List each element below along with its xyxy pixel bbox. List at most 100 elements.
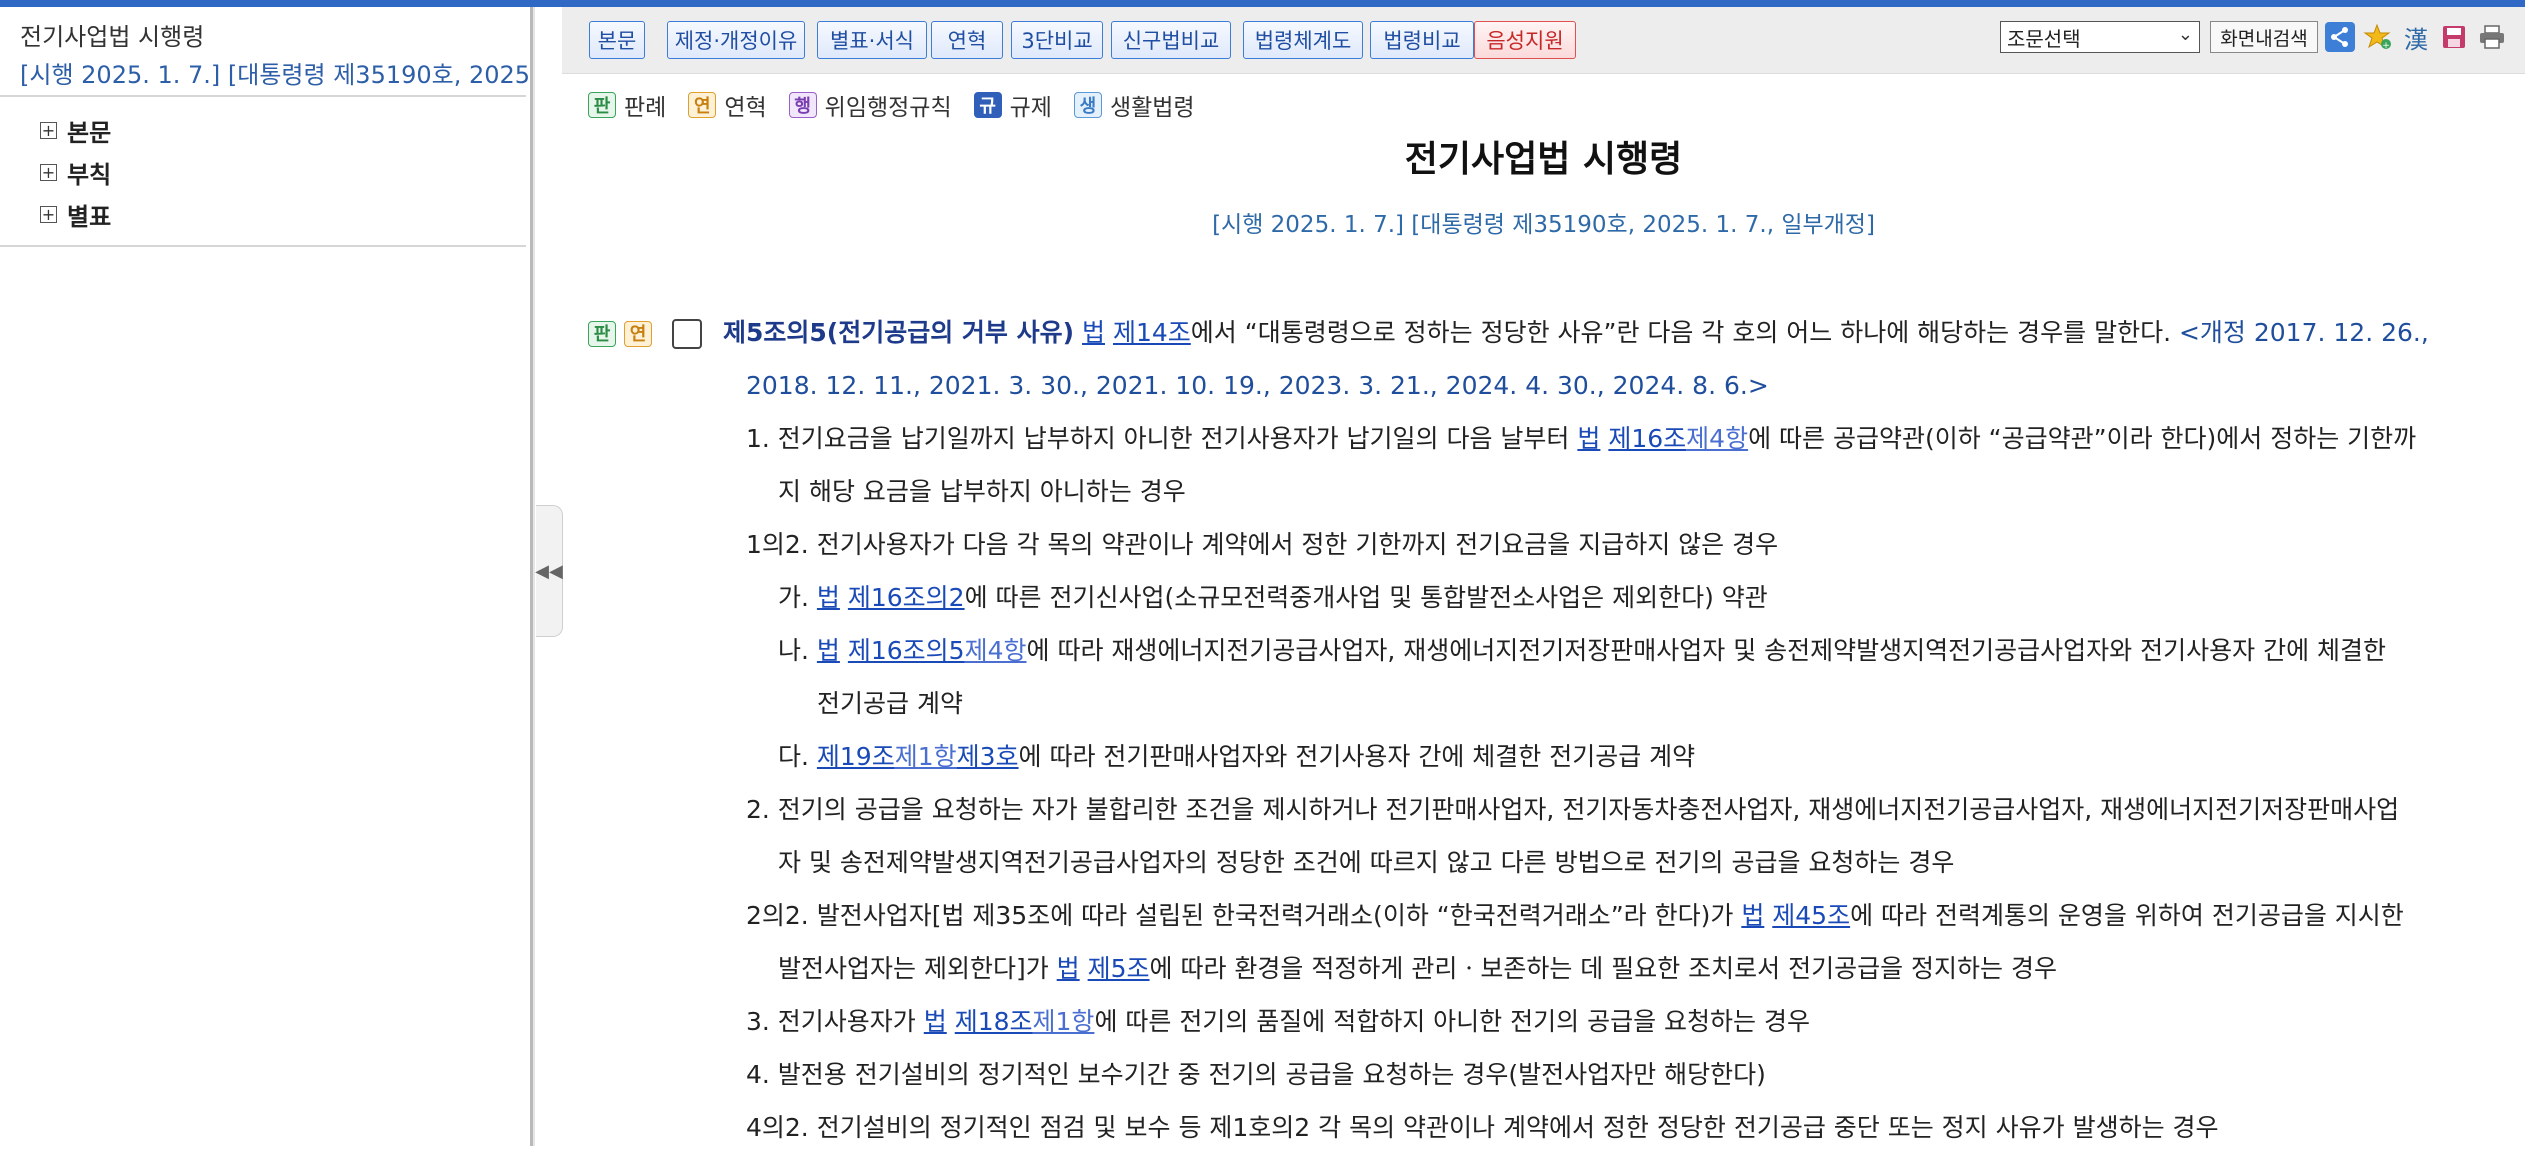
share-icon[interactable]	[2324, 21, 2356, 53]
law-link[interactable]: 법	[1082, 318, 1105, 347]
collapse-panel-button[interactable]: ◀◀	[535, 505, 563, 637]
legend-regulation: 규 규제	[973, 88, 1052, 122]
voice-support-button[interactable]: 음성지원	[1474, 21, 1576, 59]
legend-label: 연혁	[724, 95, 767, 121]
save-icon[interactable]	[2438, 21, 2470, 53]
precedent-badge: 판	[588, 92, 616, 118]
article-ref-link[interactable]: 제45조	[1772, 901, 1850, 930]
page-subtitle: [시행 2025. 1. 7.] [대통령령 제35190호, 2025. 1.…	[1212, 212, 1875, 238]
life-law-badge: 생	[1073, 92, 1102, 118]
article-ref-link[interactable]: 제19조	[817, 742, 895, 771]
old-new-compare-button[interactable]: 신구법비교	[1111, 21, 1231, 59]
list-item: 1의2. 전기사용자가 다음 각 목의 약관이나 계약에서 정한 기한까지 전기…	[746, 530, 1779, 559]
law-link[interactable]: 법	[1577, 424, 1600, 453]
item-text: 에 따른 전기의 품질에 적합하지 아니한 전기의 공급을 요청하는 경우	[1094, 1007, 1810, 1036]
paragraph-ref-link[interactable]: 제1항	[895, 742, 957, 771]
list-item: 4. 발전용 전기설비의 정기적인 보수기간 중 전기의 공급을 요청하는 경우…	[746, 1060, 1766, 1089]
law-link[interactable]: 법	[1057, 954, 1080, 983]
law-link[interactable]: 법	[817, 583, 840, 612]
appendix-forms-button[interactable]: 별표·서식	[817, 21, 927, 59]
paragraph-ref-link[interactable]: 제4항	[965, 636, 1027, 665]
legend: 판 판례 연 연혁 행 위임행정규칙 규 규제 생 생활법령	[588, 88, 1217, 122]
list-item: 4의2. 전기설비의 정기적인 점검 및 보수 등 제1호의2 각 목의 약관이…	[746, 1113, 2219, 1142]
amendment-dates-cont: 2018. 12. 11., 2021. 3. 30., 2021. 10. 1…	[746, 371, 1769, 400]
law-link[interactable]: 법	[1741, 901, 1764, 930]
tree-item-label: 본문	[67, 119, 112, 147]
expand-icon[interactable]: +	[40, 206, 57, 223]
article-select-value: 조문선택	[2007, 26, 2081, 51]
history-badge: 연	[688, 92, 717, 118]
legend-label: 생활법령	[1109, 95, 1195, 121]
toolbar: 본문 제정·개정이유 별표·서식 연혁 3단비교 신구법비교 법령체계도 법령비…	[562, 7, 2525, 74]
article-ref-link[interactable]: 제16조의5	[848, 636, 965, 665]
article-select[interactable]: 조문선택 ⌄	[2000, 21, 2200, 53]
item-text: 1. 전기요금을 납기일까지 납부하지 아니한 전기사용자가 납기일의 다음 날…	[746, 424, 1578, 453]
hanja-icon[interactable]: 漢	[2400, 21, 2432, 54]
law-link[interactable]: 법	[817, 636, 840, 665]
list-item-cont: 자 및 송전제약발생지역전기공급사업자의 정당한 조건에 따르지 않고 다른 방…	[778, 848, 1955, 877]
item-text: 나.	[778, 636, 817, 665]
history-badge[interactable]: 연	[624, 321, 652, 347]
list-item: 1. 전기요금을 납기일까지 납부하지 아니한 전기사용자가 납기일의 다음 날…	[746, 412, 2416, 465]
item-text: 에 따른 전기신사업(소규모전력중개사업 및 통합발전소사업은 제외한다) 약관	[964, 583, 1768, 612]
svg-text:+: +	[2382, 41, 2390, 51]
item-text: 다.	[778, 742, 817, 771]
sub-item: 가. 법 제16조의2에 따른 전기신사업(소규모전력중개사업 및 통합발전소사…	[778, 571, 1768, 624]
paragraph-ref-link[interactable]: 제1항	[1033, 1007, 1095, 1036]
chevron-down-icon: ⌄	[2177, 24, 2193, 45]
list-item: 3. 전기사용자가 법 제18조제1항에 따른 전기의 품질에 적합하지 아니한…	[746, 995, 1810, 1048]
article-checkbox[interactable]	[672, 319, 702, 349]
article-title: 제5조의5(전기공급의 거부 사유)	[723, 318, 1075, 347]
item-text: 에 따른 공급약관(이하 “공급약관”이라 한다)에서 정하는 기한까	[1748, 424, 2417, 453]
article-badges: 판 연	[588, 316, 702, 352]
precedent-badge[interactable]: 판	[588, 321, 616, 347]
list-item: 2의2. 발전사업자[법 제35조에 따라 설립된 한국전력거래소(이하 “한국…	[746, 889, 2404, 942]
tree-item-addenda[interactable]: + 부칙	[40, 155, 111, 190]
left-divider	[0, 245, 526, 247]
legend-precedent: 판 판례	[588, 88, 666, 122]
sub-item-cont: 전기공급 계약	[817, 689, 963, 718]
item-text: 3. 전기사용자가	[746, 1007, 924, 1036]
double-chevron-left-icon: ◀◀	[535, 560, 563, 582]
law-structure-button[interactable]: 법령체계도	[1243, 21, 1363, 59]
law-compare-button[interactable]: 법령비교	[1370, 21, 1474, 59]
legend-label: 판례	[624, 95, 667, 121]
tree-item-main[interactable]: + 본문	[40, 113, 111, 148]
legend-label: 규제	[1009, 95, 1052, 121]
subparagraph-ref-link[interactable]: 제3호	[957, 742, 1019, 771]
legend-history: 연 연혁	[688, 88, 767, 122]
three-way-compare-button[interactable]: 3단비교	[1011, 21, 1103, 59]
paragraph-ref-link[interactable]: 제4항	[1686, 424, 1748, 453]
item-text: 가.	[778, 583, 817, 612]
list-item: 2. 전기의 공급을 요청하는 자가 불합리한 조건을 제시하거나 전기판매사업…	[746, 795, 2400, 824]
article-ref-link[interactable]: 제5조	[1088, 954, 1150, 983]
tree-item-appendix[interactable]: + 별표	[40, 197, 111, 232]
main-text-button[interactable]: 본문	[589, 21, 645, 59]
favorite-star-icon[interactable]: +	[2362, 21, 2394, 53]
history-button[interactable]: 연혁	[931, 21, 1003, 59]
screen-search-button[interactable]: 화면내검색	[2210, 21, 2318, 53]
amendment-dates: <개정 2017. 12. 26.,	[2178, 318, 2429, 347]
tree-item-label: 별표	[67, 203, 112, 231]
enactment-reason-button[interactable]: 제정·개정이유	[667, 21, 805, 59]
list-item-cont: 지 해당 요금을 납부하지 아니하는 경우	[778, 477, 1186, 506]
print-icon[interactable]	[2476, 21, 2508, 53]
delegated-rule-badge: 행	[788, 92, 817, 118]
article-ref-link[interactable]: 제14조	[1113, 318, 1191, 347]
list-item-cont: 발전사업자는 제외한다]가 법 제5조에 따라 환경을 적정하게 관리ㆍ보존하는…	[778, 942, 2057, 995]
article-text: 에서 “대통령령으로 정하는 정당한 사유”란 다음 각 호의 어느 하나에 해…	[1190, 318, 2179, 347]
tree-item-label: 부칙	[67, 161, 112, 189]
item-text: 에 따라 환경을 적정하게 관리ㆍ보존하는 데 필요한 조치로서 전기공급을 정…	[1149, 954, 2058, 983]
item-text: 에 따라 전력계통의 운영을 위하여 전기공급을 지시한	[1850, 901, 2404, 930]
article-ref-link[interactable]: 제18조	[955, 1007, 1033, 1036]
item-text: 2의2. 발전사업자[법 제35조에 따라 설립된 한국전력거래소(이하 “한국…	[746, 901, 1742, 930]
article-ref-link[interactable]: 제16조의2	[848, 583, 965, 612]
expand-icon[interactable]: +	[40, 164, 57, 181]
law-link[interactable]: 법	[924, 1007, 947, 1036]
left-divider	[0, 95, 526, 97]
page-title: 전기사업법 시행령	[1404, 139, 1683, 180]
left-law-title: 전기사업법 시행령	[20, 23, 205, 51]
expand-icon[interactable]: +	[40, 122, 57, 139]
article-ref-link[interactable]: 제16조	[1608, 424, 1686, 453]
item-text: 에 따라 전기판매사업자와 전기사용자 간에 체결한 전기공급 계약	[1018, 742, 1696, 771]
